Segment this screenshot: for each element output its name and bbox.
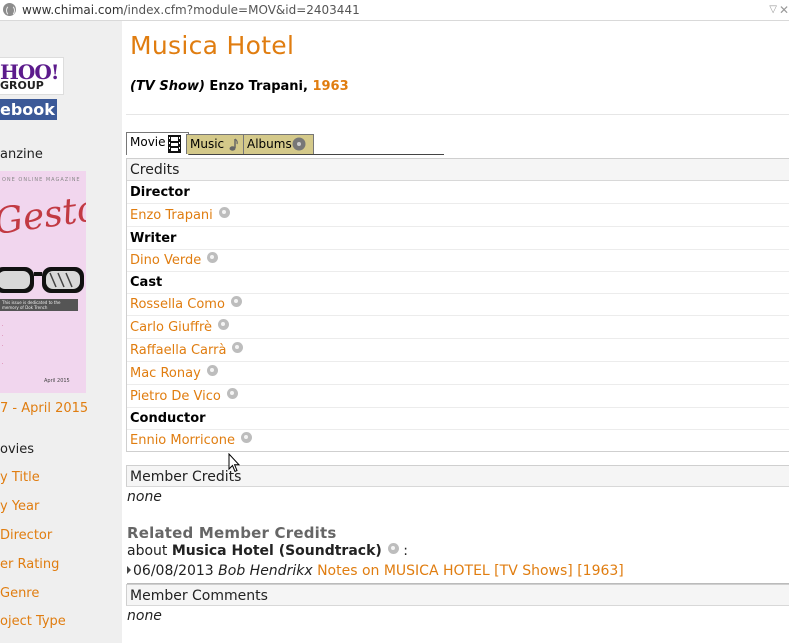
movie-director: Enzo Trapani, <box>204 79 313 94</box>
credit-person: Dino Verde <box>127 249 789 272</box>
facebook-logo[interactable]: ebook <box>0 99 57 120</box>
note-author: Bob Hendrikx <box>218 563 313 579</box>
credits-heading: Credits <box>127 159 789 181</box>
movie-type: (TV Show) <box>130 79 205 94</box>
yahoo-logo-sub: GROUP <box>0 79 44 92</box>
facebook-logo-text: ebook <box>0 100 55 119</box>
related-about: about Musica Hotel (Soundtrack) : <box>127 543 408 559</box>
related-credits-heading: Related Member Credits <box>127 524 337 542</box>
sidebar-link-year[interactable]: y Year <box>0 499 39 514</box>
sidebar-link-title[interactable]: y Title <box>0 470 40 485</box>
credit-person-link[interactable]: Ennio Morricone <box>130 433 235 448</box>
tab-albums-label: Albums <box>247 137 292 151</box>
yahoo-groups-logo[interactable]: HOO! GROUP <box>0 57 64 95</box>
search-icon[interactable] <box>218 207 230 218</box>
magazine-cover-head: ONE ONLINE MAGAZINE <box>2 177 81 183</box>
credit-person: Enzo Trapani <box>127 204 789 227</box>
tab-music-label: Music <box>190 137 225 151</box>
magazine-issue-link[interactable]: 7 - April 2015 <box>0 401 88 416</box>
search-icon[interactable] <box>218 319 230 330</box>
tab-movie[interactable]: Movie <box>126 132 189 155</box>
credit-person-link[interactable]: Dino Verde <box>130 253 201 268</box>
credit-person: Ennio Morricone <box>127 429 789 452</box>
movie-year-link[interactable]: 1963 <box>312 79 348 94</box>
search-icon[interactable] <box>206 365 218 376</box>
credit-person: Raffaella Carrà <box>127 339 789 362</box>
member-comments-heading: Member Comments <box>126 584 789 606</box>
movies-heading: ovies <box>0 442 35 457</box>
search-icon[interactable] <box>240 432 252 443</box>
related-note-row: 06/08/2013 Bob Hendrikx Notes on MUSICA … <box>127 563 789 584</box>
search-icon[interactable] <box>226 388 238 399</box>
note-date: 06/08/2013 <box>133 563 219 579</box>
credits-panel: Credits Director Enzo Trapani Writer Din… <box>126 158 789 452</box>
magazine-cover-line: · <box>2 323 4 328</box>
magazine-cover-line: · <box>2 361 4 366</box>
tab-movie-label: Movie <box>130 135 166 149</box>
url-path: /index.cfm?module=MOV&id=2403441 <box>123 3 360 17</box>
search-icon[interactable] <box>230 296 242 307</box>
credit-person: Pietro De Vico <box>127 385 789 408</box>
magazine-cover-line: · <box>2 333 4 338</box>
sidebar-link-genre[interactable]: Genre <box>0 586 39 601</box>
search-icon[interactable] <box>232 342 244 353</box>
search-icon[interactable] <box>207 252 219 263</box>
close-icon[interactable]: ✕ <box>779 0 789 20</box>
magazine-cover[interactable]: ONE ONLINE MAGAZINE Gesto This issue is … <box>0 171 86 393</box>
globe-icon <box>3 3 16 16</box>
magazine-cover-line: · <box>2 343 4 348</box>
music-note-icon <box>229 138 238 151</box>
about-suffix: : <box>398 543 408 559</box>
dropdown-arrow-icon[interactable]: ▽ <box>769 0 777 20</box>
magazine-cover-dedication: This issue is dedicated to the memory of… <box>2 300 61 310</box>
url-host: www.chimai.com <box>22 3 124 17</box>
movie-subtitle: (TV Show) Enzo Trapani, 1963 <box>130 79 349 94</box>
credit-person: Rossella Como <box>127 293 789 316</box>
credit-person: Mac Ronay <box>127 362 789 385</box>
about-title: Musica Hotel (Soundtrack) <box>171 543 382 559</box>
credit-person-link[interactable]: Pietro De Vico <box>130 389 221 404</box>
member-comments-value: none <box>127 608 162 624</box>
credit-person-link[interactable]: Mac Ronay <box>130 366 201 381</box>
bullet-icon <box>127 566 131 574</box>
tab-albums[interactable]: Albums <box>243 134 314 154</box>
main-content: Musica Hotel (TV Show) Enzo Trapani, 196… <box>126 21 789 643</box>
about-prefix: about <box>127 543 172 559</box>
sidebar-link-rating[interactable]: er Rating <box>0 557 59 572</box>
mouse-cursor-icon <box>228 453 240 473</box>
tab-music[interactable]: Music <box>186 134 246 154</box>
magazine-cover-script: Gesto <box>0 187 86 244</box>
address-bar[interactable]: www.chimai.com/index.cfm?module=MOV&id=2… <box>0 0 789 21</box>
credit-person-link[interactable]: Carlo Giuffrè <box>130 320 212 335</box>
glasses-image <box>0 267 84 293</box>
divider <box>126 114 789 115</box>
member-credits-value: none <box>127 489 162 505</box>
search-icon[interactable] <box>387 543 399 554</box>
credit-role: Writer <box>127 227 789 250</box>
magazine-cover-bar: This issue is dedicated to the memory of… <box>0 299 78 311</box>
member-credits-heading: Member Credits <box>126 465 789 487</box>
page-title: Musica Hotel <box>130 31 295 60</box>
tab-bar: Movie Music Albums <box>126 132 444 155</box>
credit-person-link[interactable]: Raffaella Carrà <box>130 343 226 358</box>
film-icon <box>168 135 181 153</box>
credit-role: Director <box>127 181 789 204</box>
note-link[interactable]: Notes on MUSICA HOTEL [TV Shows] [1963] <box>317 563 624 579</box>
url-text[interactable]: www.chimai.com/index.cfm?module=MOV&id=2… <box>22 0 360 20</box>
magazine-cover-date: April 2015 <box>44 378 70 384</box>
credit-person: Carlo Giuffrè <box>127 316 789 339</box>
credit-person-link[interactable]: Enzo Trapani <box>130 208 213 223</box>
credit-role: Conductor <box>127 407 789 430</box>
sidebar: HOO! GROUP ebook anzine ONE ONLINE MAGAZ… <box>0 21 122 643</box>
credit-person-link[interactable]: Rossella Como <box>130 297 225 312</box>
sidebar-link-project-type[interactable]: oject Type <box>0 614 66 629</box>
magazine-label: anzine <box>0 147 43 162</box>
credit-role: Cast <box>127 271 789 294</box>
disc-icon <box>292 137 306 151</box>
sidebar-link-director[interactable]: Director <box>0 528 52 543</box>
